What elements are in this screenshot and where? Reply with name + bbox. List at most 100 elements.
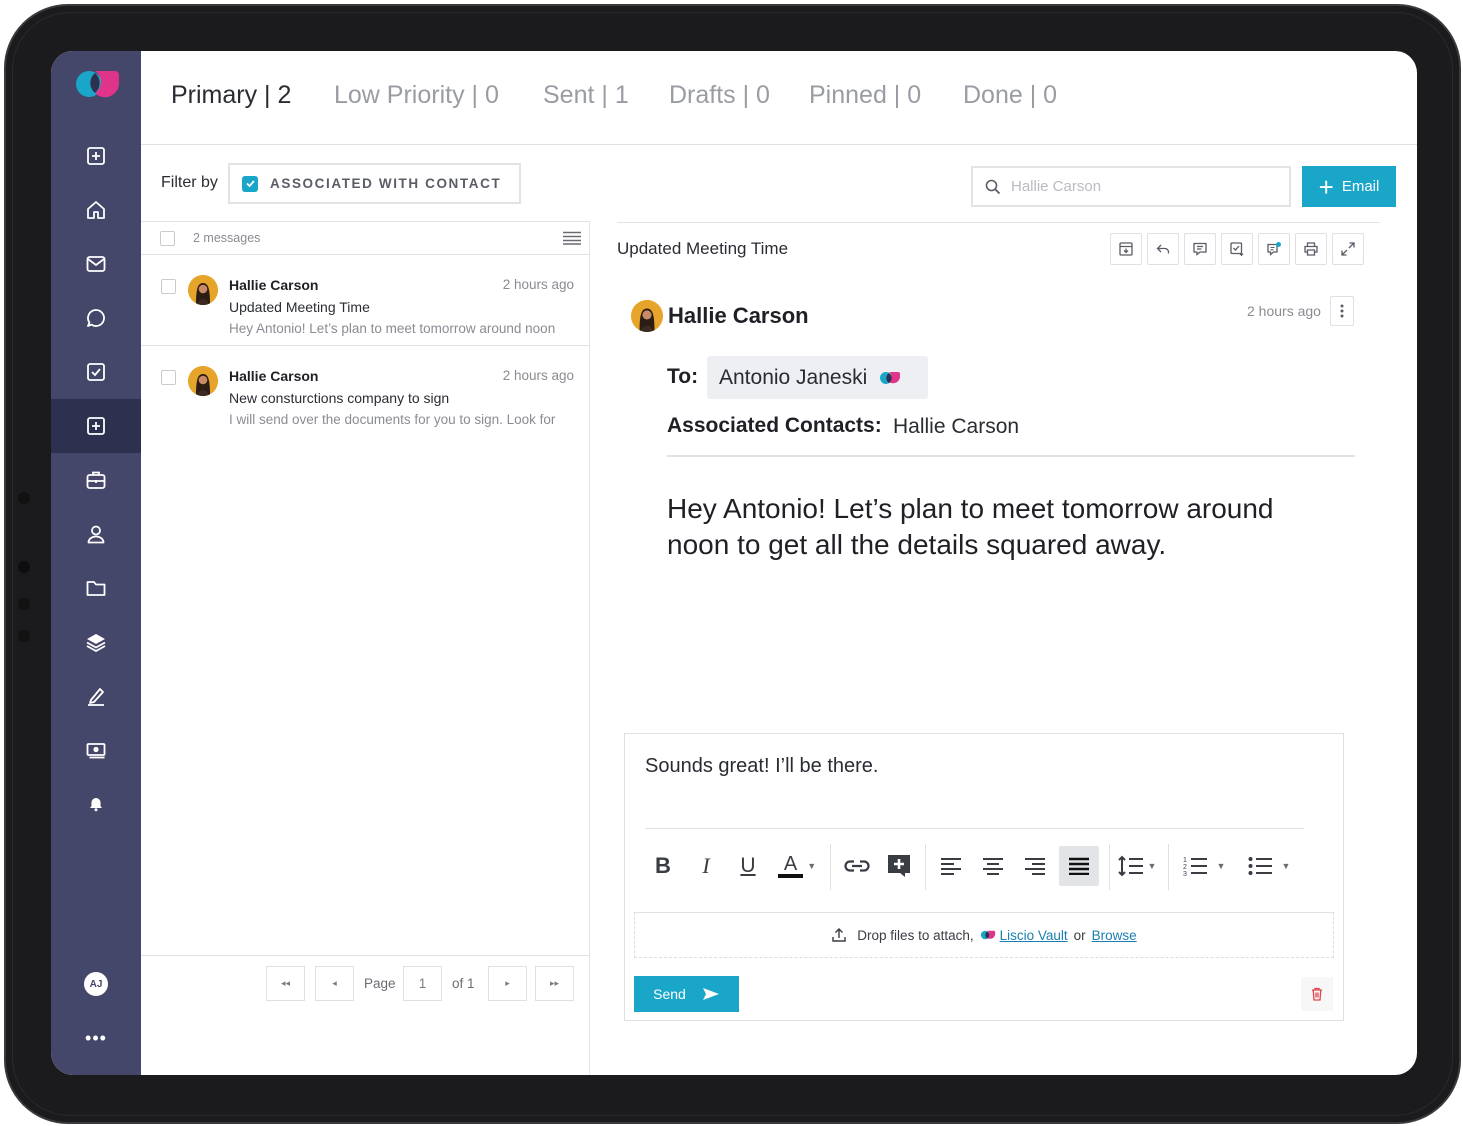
search-box[interactable]: [971, 166, 1291, 207]
numbered-list-button[interactable]: 1 2 3 ▼: [1180, 846, 1228, 886]
upload-icon: [832, 928, 846, 942]
new-email-button[interactable]: + Email: [1302, 166, 1396, 207]
send-label: Send: [653, 986, 686, 1002]
align-right-button[interactable]: [1021, 846, 1049, 886]
app-logo: [76, 71, 119, 98]
svg-text:2: 2: [1183, 864, 1187, 871]
sidebar-item-messages[interactable]: [51, 291, 141, 345]
archive-button[interactable]: [1110, 233, 1142, 265]
chat-bubble-icon: [87, 309, 105, 327]
message-checkbox[interactable]: [161, 370, 176, 385]
expand-icon: [1341, 242, 1355, 256]
recipient-chip[interactable]: Antonio Janeski: [707, 356, 928, 399]
align-justify-icon: [1069, 857, 1089, 875]
sidebar-item-tasks[interactable]: [51, 345, 141, 399]
more-options-button[interactable]: [1330, 296, 1354, 326]
device-button: [18, 492, 30, 504]
sidebar-item-billing[interactable]: [51, 723, 141, 777]
page-number-input[interactable]: 1: [403, 966, 442, 1001]
sidebar-item-accounts[interactable]: [51, 453, 141, 507]
reply-button[interactable]: [1147, 233, 1179, 265]
browse-link[interactable]: Browse: [1092, 928, 1137, 943]
first-page-button[interactable]: ◂◂: [266, 966, 305, 1001]
message-list-panel: 2 messages Hallie Carson 2 hours ago Upd…: [141, 221, 590, 1075]
list-item[interactable]: Hallie Carson 2 hours ago New consturcti…: [141, 346, 590, 437]
message-count: 2 messages: [193, 231, 261, 245]
email-sender: Hallie Carson: [668, 303, 809, 328]
link-button[interactable]: [842, 846, 872, 886]
add-task-button[interactable]: [1221, 233, 1253, 265]
layers-icon: [86, 634, 106, 653]
more-menu-icon[interactable]: •••: [51, 1023, 141, 1053]
expand-button[interactable]: [1332, 233, 1364, 265]
search-icon: [985, 179, 1001, 194]
to-label: To:: [667, 365, 699, 388]
italic-button[interactable]: I: [694, 846, 718, 886]
folder-icon: [86, 581, 106, 596]
align-center-button[interactable]: [979, 846, 1007, 886]
bold-button[interactable]: B: [651, 846, 675, 886]
list-item[interactable]: Hallie Carson 2 hours ago Updated Meetin…: [141, 255, 590, 346]
forward-message-button[interactable]: [1184, 233, 1216, 265]
prev-page-button[interactable]: ◂: [315, 966, 354, 1001]
message-checkbox[interactable]: [161, 279, 176, 294]
toolbar-separator: [1109, 844, 1110, 890]
app-screen: AJ ••• Primary | 2 Low Priority | 0 Sent…: [51, 51, 1417, 1075]
insert-comment-button[interactable]: [885, 846, 913, 886]
signature-pen-icon: [88, 688, 104, 706]
toolbar-separator: [925, 844, 926, 890]
tab-drafts[interactable]: Drafts | 0: [669, 81, 770, 110]
new-message-button[interactable]: [1258, 233, 1290, 265]
send-arrow-icon: [702, 988, 719, 1000]
tab-pinned[interactable]: Pinned | 0: [809, 81, 921, 110]
sidebar-item-active[interactable]: [51, 399, 141, 453]
reply-icon: [1156, 244, 1170, 254]
search-input[interactable]: [1011, 178, 1271, 195]
tab-sent[interactable]: Sent | 1: [543, 81, 629, 110]
associated-contacts-value: Hallie Carson: [893, 415, 1020, 438]
tab-low-priority[interactable]: Low Priority | 0: [334, 81, 499, 110]
discard-button[interactable]: [1301, 977, 1333, 1011]
print-button[interactable]: [1295, 233, 1327, 265]
user-avatar[interactable]: AJ: [84, 972, 108, 996]
bulleted-list-icon: [1248, 857, 1272, 875]
message-preview: I will send over the documents for you t…: [229, 412, 556, 427]
checkbox-checked-icon[interactable]: [242, 175, 258, 192]
sidebar-item-mail[interactable]: [51, 237, 141, 291]
next-page-button[interactable]: ▸: [488, 966, 527, 1001]
message-sender: Hallie Carson: [229, 368, 319, 384]
last-page-button[interactable]: ▸▸: [535, 966, 574, 1001]
text-color-button[interactable]: A ▼: [773, 846, 821, 886]
sidebar-item-layers[interactable]: [51, 615, 141, 669]
numbered-list-icon: 123: [1183, 857, 1207, 877]
tab-done[interactable]: Done | 0: [963, 81, 1057, 110]
sidebar-item-new[interactable]: [51, 129, 141, 183]
tab-primary[interactable]: Primary | 2: [171, 81, 291, 110]
select-all-checkbox[interactable]: [160, 231, 175, 246]
device-button: [18, 598, 30, 610]
device-button: [18, 630, 30, 642]
plus-square-icon: [87, 417, 105, 435]
or-text: or: [1073, 927, 1086, 943]
underline-button[interactable]: U: [736, 846, 760, 886]
kebab-icon: [1340, 304, 1344, 318]
attachment-drop-zone[interactable]: Drop files to attach, Liscio Vault or Br…: [634, 912, 1334, 958]
sidebar-item-esign[interactable]: [51, 669, 141, 723]
sidebar-item-files[interactable]: [51, 561, 141, 615]
sidebar-item-home[interactable]: [51, 183, 141, 237]
reply-input[interactable]: Sounds great! I’ll be there.: [645, 755, 878, 778]
filter-associated-contact[interactable]: ASSOCIATED WITH CONTACT: [228, 163, 521, 204]
line-height-button[interactable]: ▼: [1115, 846, 1159, 886]
plus-icon: +: [1318, 171, 1334, 202]
printer-icon: [1304, 242, 1318, 256]
align-left-button[interactable]: [937, 846, 965, 886]
bulleted-list-button[interactable]: ▼: [1245, 846, 1293, 886]
align-justify-button[interactable]: [1059, 846, 1099, 886]
sidebar-item-notifications[interactable]: [51, 777, 141, 831]
sidebar-item-contacts[interactable]: [51, 507, 141, 561]
liscio-logo-icon: [980, 930, 995, 940]
send-button[interactable]: Send: [634, 976, 739, 1012]
home-icon: [87, 201, 105, 219]
liscio-vault-link[interactable]: Liscio Vault: [1000, 928, 1068, 943]
list-density-icon[interactable]: [563, 231, 581, 245]
